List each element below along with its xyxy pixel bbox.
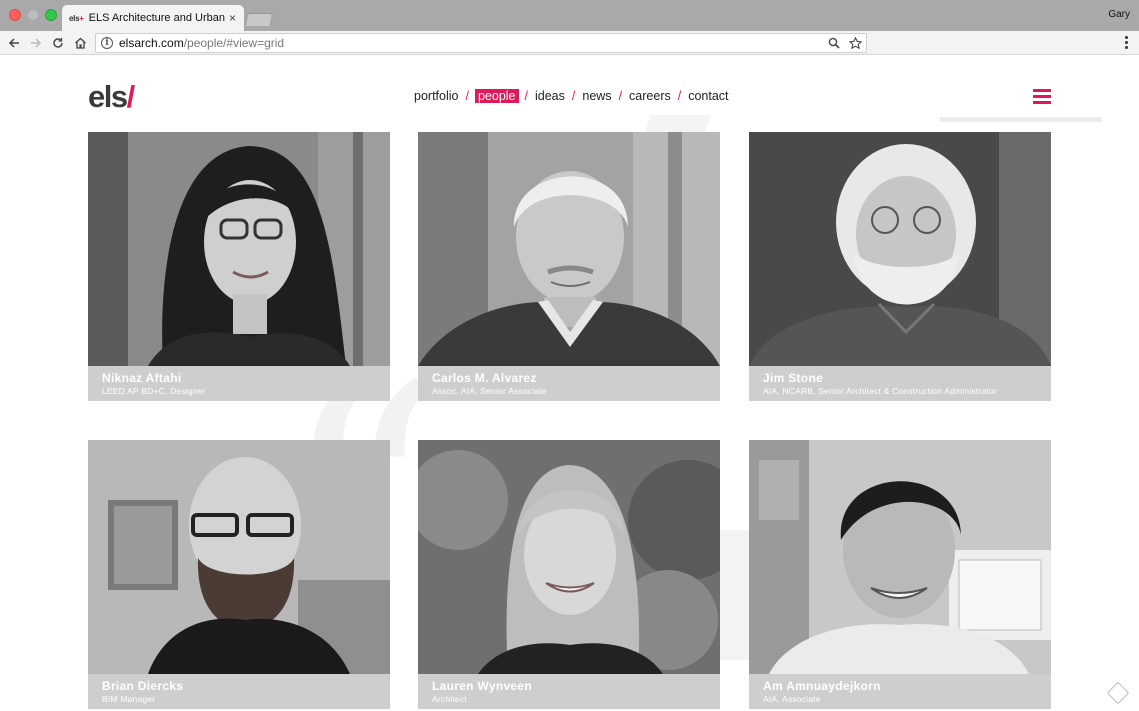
person-photo[interactable] (88, 440, 390, 674)
person-card[interactable]: Carlos M. Alvarez Assoc. AIA, Senior Ass… (418, 132, 720, 402)
person-title: Architect (432, 694, 467, 705)
person-name: Niknaz Aftahi (102, 371, 182, 385)
profile-name[interactable]: Gary (1108, 9, 1130, 20)
page: “ els/ portfolio / people / ideas / news… (0, 55, 1139, 711)
hamburger-menu-icon[interactable] (1033, 89, 1051, 104)
person-caption: Carlos M. Alvarez Assoc. AIA, Senior Ass… (418, 366, 720, 401)
person-name: Brian Diercks (102, 679, 184, 693)
feedback-widget-icon[interactable] (1106, 681, 1130, 705)
nav-ideas[interactable]: ideas (534, 89, 566, 103)
tab-close-icon[interactable]: × (229, 12, 236, 24)
nav-portfolio[interactable]: portfolio (413, 89, 459, 103)
address-bar[interactable]: i elsarch.com/people/#view=grid (95, 33, 867, 53)
person-name: Am Amnuaydejkorn (763, 679, 881, 693)
site-info-icon[interactable]: i (101, 37, 113, 49)
person-name: Carlos M. Alvarez (432, 371, 537, 385)
person-photo[interactable] (418, 132, 720, 366)
person-photo[interactable] (88, 132, 390, 366)
person-photo[interactable] (749, 440, 1051, 674)
nav-news[interactable]: news (581, 89, 612, 103)
nav-contact[interactable]: contact (687, 89, 729, 103)
person-name: Jim Stone (763, 371, 824, 385)
person-caption: Niknaz Aftahi LEED AP BD+C, Designer (88, 366, 390, 401)
person-title: AIA, NCARB, Senior Architect & Construct… (763, 386, 997, 397)
browser-tab-active[interactable]: els+ ELS Architecture and Urban De × (62, 5, 244, 31)
browser-toolbar: i elsarch.com/people/#view=grid (0, 31, 1139, 55)
browser-titlebar: els+ ELS Architecture and Urban De × Gar… (0, 0, 1139, 31)
person-caption: Brian Diercks BIM Manager (88, 674, 390, 709)
person-card[interactable]: Am Amnuaydejkorn AIA, Associate (749, 440, 1051, 710)
main-nav: portfolio / people / ideas / news / care… (413, 89, 730, 103)
person-title: Assoc. AIA, Senior Associate (432, 386, 547, 397)
nav-separator: / (465, 89, 469, 103)
person-name: Lauren Wynveen (432, 679, 533, 693)
home-icon[interactable] (72, 35, 88, 51)
person-caption: Jim Stone AIA, NCARB, Senior Architect &… (749, 366, 1051, 401)
person-caption: Lauren Wynveen Architect (418, 674, 720, 709)
window-close-button[interactable] (9, 9, 21, 21)
person-title: LEED AP BD+C, Designer (102, 386, 206, 397)
person-title: AIA, Associate (763, 694, 821, 705)
url-text: elsarch.com/people/#view=grid (119, 36, 285, 50)
person-card[interactable]: Brian Diercks BIM Manager (88, 440, 390, 710)
nav-people[interactable]: people (474, 89, 519, 103)
window-minimize-button[interactable] (27, 9, 39, 21)
window-maximize-button[interactable] (45, 9, 57, 21)
person-card[interactable]: Jim Stone AIA, NCARB, Senior Architect &… (749, 132, 1051, 402)
person-card[interactable]: Lauren Wynveen Architect (418, 440, 720, 710)
person-caption: Am Amnuaydejkorn AIA, Associate (749, 674, 1051, 709)
background-bar-decoration (940, 117, 1102, 122)
back-arrow-icon[interactable] (6, 35, 22, 51)
nav-separator: / (524, 89, 528, 103)
tab-favicon-icon: els+ (69, 13, 84, 23)
nav-separator: / (677, 89, 682, 103)
site-logo[interactable]: els/ (88, 81, 135, 112)
bookmark-star-icon[interactable] (848, 36, 863, 54)
nav-separator: / (618, 89, 623, 103)
nav-separator: / (571, 89, 576, 103)
nav-careers[interactable]: careers (628, 89, 672, 103)
person-photo[interactable] (418, 440, 720, 674)
reload-icon[interactable] (50, 35, 66, 51)
browser-menu-icon[interactable] (1125, 36, 1128, 49)
new-tab-button[interactable] (244, 13, 274, 26)
person-photo[interactable] (749, 132, 1051, 366)
forward-arrow-icon[interactable] (28, 35, 44, 51)
tab-title: ELS Architecture and Urban De (88, 12, 225, 24)
zoom-search-icon[interactable] (828, 36, 840, 54)
person-title: BIM Manager (102, 694, 156, 705)
person-card[interactable]: Niknaz Aftahi LEED AP BD+C, Designer (88, 132, 390, 402)
